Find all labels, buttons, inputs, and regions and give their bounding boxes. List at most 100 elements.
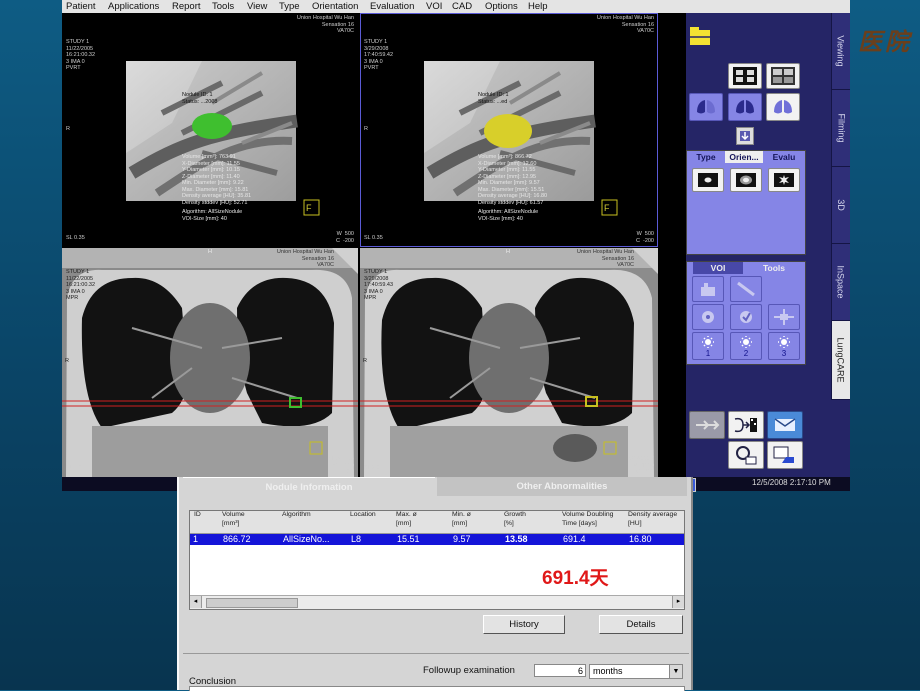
vp3-window: SP A153.6 W 1500 C -400 [328,456,354,475]
vp4-header: Union Hospital Wu Han Sensation 16 VA70C [576,249,634,268]
table-row[interactable]: 1 866.72 AllSizeNo... L8 15.51 9.57 13.5… [190,534,684,545]
tab-lungcare[interactable]: LungCARE [831,321,850,400]
voi-line-icon[interactable] [730,276,762,302]
menu-tools[interactable]: Tools [212,0,234,13]
col-id[interactable]: ID [192,511,201,520]
vp2-nodule-id: Nodule ID: 1 Status: ...ed [478,92,509,105]
report-search-icon[interactable] [728,441,764,469]
tab-filming[interactable]: Filming [831,90,850,167]
brightness-3-icon[interactable]: 3 [768,332,800,360]
history-button[interactable]: History [483,615,565,634]
col-growth[interactable]: Growth [%] [502,511,526,528]
nodule-type-subsolid-icon[interactable] [730,168,762,192]
vp3-orient-top: H [208,249,212,255]
vp1-slice: SL 0.35 [66,235,85,241]
menu-type[interactable]: Type [279,0,300,13]
col-max-diameter[interactable]: Max. ø [mm] [394,511,417,528]
tab-inspace[interactable]: InSpace [831,244,850,321]
col-algorithm[interactable]: Algorithm [280,511,311,520]
tab-tools[interactable]: Tools [747,262,801,274]
vp4-study-info: STUDY 1 3/29/2008 17:40:59.43 3 IMA 0 MPR [364,269,394,301]
viewport-mpr-current[interactable]: Union Hospital Wu Han Sensation 16 VA70C S… [360,248,658,477]
scroll-thumb[interactable] [206,598,298,608]
col-location[interactable]: Location [348,511,376,520]
viewport-3d-current[interactable]: Union Hospital Wu Han Sensation 16 VA70C S… [360,13,658,247]
vp2-orientation: R [364,126,368,132]
mail-icon[interactable] [767,411,803,439]
scroll-right-icon[interactable]: ▸ [672,596,684,608]
menu-applications[interactable]: Applications [108,0,159,13]
lung-both-icon[interactable] [728,93,762,121]
conclusion-textarea[interactable] [189,686,685,691]
menu-voi[interactable]: VOI [426,0,442,13]
followup-label: Followup examination [423,665,515,676]
tab-voi[interactable]: VOI [693,262,743,274]
export-icon[interactable] [736,127,754,145]
layout-2x2-icon[interactable] [728,63,762,89]
cell-volume: 866.72 [223,534,251,544]
voi-draw-icon[interactable] [692,276,724,302]
tab-orientation[interactable]: Orien... [725,151,763,163]
nodule-information-dialog: Nodule Information Other Abnormalities I… [177,477,693,691]
tab-other-abnormalities[interactable]: Other Abnormalities [437,477,687,496]
layout-compare-icon[interactable] [766,63,800,89]
voi-grow-icon[interactable] [692,304,724,330]
vp2-slice: SL 0.35 [364,235,383,241]
vp2-study-info: STUDY 1 3/29/2008 17:40:59.42 3 IMA 0 PVRT [364,39,394,71]
vp4-slice: SL 2.0 [364,465,380,471]
svg-text:2: 2 [744,349,749,357]
horizontal-scrollbar[interactable]: ◂ ▸ [190,595,684,609]
vp4-window: SP A161.7 W 1500 C -400 [628,456,654,475]
vp2-marker: F [604,203,610,213]
cell-growth: 13.58 [505,534,528,544]
vp1-measurements: Volume [mm³]: 763.91 X-Diameter [mm]: 11… [182,154,252,206]
tab-type[interactable]: Type [689,151,723,163]
vp1-study-info: STUDY 1 11/22/2005 16:21:00.32 3 IMA 0 PVRT [66,39,96,71]
details-button[interactable]: Details [599,615,683,634]
lung-right-icon[interactable] [766,93,800,121]
menu-view[interactable]: View [247,0,267,13]
followup-unit-select[interactable]: months ▼ [589,664,683,679]
tab-viewing[interactable]: Viewing [831,13,850,90]
vp2-measurements: Volume [mm³]: 866.72 X-Diameter [mm]: 12… [478,154,548,206]
menu-evaluation[interactable]: Evaluation [370,0,414,13]
nodule-table: ID Volume [mm³] Algorithm Location Max. … [189,510,685,610]
transfer-arrows-icon[interactable] [689,411,725,439]
vp3-header: Union Hospital Wu Han Sensation 16 VA70C [276,249,334,268]
chevron-down-icon[interactable]: ▼ [669,665,682,678]
brightness-1-icon[interactable]: 1 [692,332,724,360]
compare-link-icon[interactable] [728,411,764,439]
col-density-average[interactable]: Density average [HU] [626,511,677,528]
folder-icon[interactable] [689,25,711,47]
vp1-window: W 500 C -200 [335,231,354,244]
viewport-mpr-prior[interactable]: Union Hospital Wu Han Sensation 16 VA70C S… [62,248,358,477]
menu-cad[interactable]: CAD [452,0,472,13]
col-min-diameter[interactable]: Min. ø [mm] [450,511,471,528]
brightness-2-icon[interactable]: 2 [730,332,762,360]
lung-left-icon[interactable] [689,93,723,121]
vp1-algorithm: Algorithm: AllSizeNodule VOI-Size [mm]: … [182,209,243,222]
voi-edit-icon[interactable] [730,304,762,330]
col-doubling-time[interactable]: Volume Doubling Time [days] [560,511,613,528]
menu-report[interactable]: Report [172,0,201,13]
menu-help[interactable]: Help [528,0,548,13]
voi-crosshair-icon[interactable] [768,304,800,330]
tab-nodule-information[interactable]: Nodule Information [183,477,435,497]
tab-evaluation[interactable]: Evalu [765,151,803,163]
vp1-orientation: R [66,126,70,132]
followup-value-input[interactable]: 6 [534,664,586,677]
svg-text:1: 1 [706,349,711,357]
nodule-type-spiculated-icon[interactable] [768,168,800,192]
menu-bar: Patient Applications Report Tools View T… [62,0,850,14]
cell-algorithm: AllSizeNo... [283,534,330,544]
menu-patient[interactable]: Patient [66,0,96,13]
save-screen-icon[interactable] [767,441,803,469]
cell-id: 1 [193,534,199,544]
nodule-type-solid-icon[interactable] [692,168,724,192]
tab-3d[interactable]: 3D [831,167,850,244]
scroll-left-icon[interactable]: ◂ [190,596,202,608]
col-volume[interactable]: Volume [mm³] [220,511,245,528]
menu-orientation[interactable]: Orientation [312,0,358,13]
viewport-3d-prior[interactable]: Union Hospital Wu Han Sensation 16 VA70C S… [62,13,358,247]
menu-options[interactable]: Options [485,0,518,13]
